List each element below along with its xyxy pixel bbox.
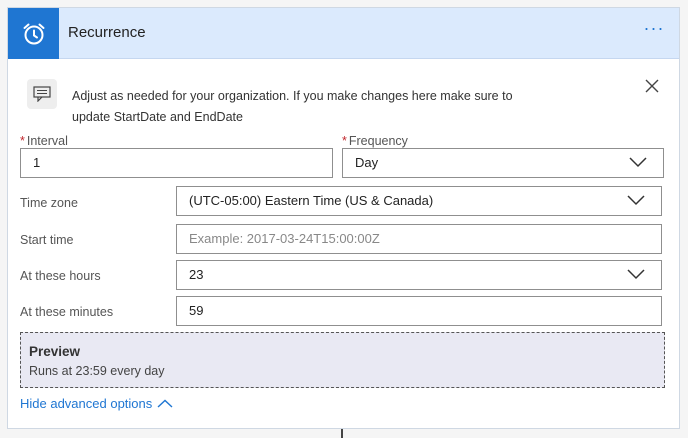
chevron-up-icon <box>157 399 173 408</box>
at-hours-select[interactable]: 23 <box>176 260 662 290</box>
note-text-line2: update StartDate and EndDate <box>72 110 243 124</box>
note-text-line1: Adjust as needed for your organization. … <box>72 89 513 103</box>
card-header[interactable]: Recurrence ··· <box>8 8 679 59</box>
comment-icon <box>27 79 57 109</box>
flow-connector-line <box>341 429 343 438</box>
close-icon[interactable] <box>641 75 663 97</box>
at-minutes-label: At these minutes <box>20 305 114 319</box>
required-mark: * <box>342 134 347 148</box>
preview-text: Runs at 23:59 every day <box>29 364 165 378</box>
required-mark: * <box>20 134 25 148</box>
start-time-input[interactable]: Example: 2017-03-24T15:00:00Z <box>176 224 662 254</box>
advanced-link-label: Hide advanced options <box>20 396 153 411</box>
preview-title: Preview <box>29 344 81 359</box>
time-zone-select[interactable]: (UTC-05:00) Eastern Time (US & Canada) <box>176 186 662 216</box>
chevron-down-icon <box>629 157 647 168</box>
frequency-value: Day <box>355 155 379 170</box>
at-hours-label: At these hours <box>20 269 101 283</box>
chevron-down-icon <box>627 269 645 280</box>
chevron-down-icon <box>627 195 645 206</box>
at-hours-value: 23 <box>189 267 204 282</box>
interval-label: * Interval <box>20 134 68 148</box>
frequency-select[interactable]: Day <box>342 148 664 178</box>
more-options-button[interactable]: ··· <box>641 19 667 42</box>
note-text: Adjust as needed for your organization. … <box>72 86 582 128</box>
card-title: Recurrence <box>68 24 146 41</box>
preview-box: Preview Runs at 23:59 every day <box>20 332 665 388</box>
recurrence-card: Recurrence ··· Adjust as needed for your… <box>7 7 680 429</box>
info-note: Adjust as needed for your organization. … <box>27 75 665 131</box>
interval-input[interactable]: 1 <box>20 148 333 178</box>
trigger-icon-box <box>8 8 59 59</box>
hide-advanced-options-link[interactable]: Hide advanced options <box>20 396 173 411</box>
alarm-clock-icon <box>23 23 44 44</box>
start-time-label: Start time <box>20 233 74 247</box>
at-minutes-input[interactable]: 59 <box>176 296 662 326</box>
frequency-label: * Frequency <box>342 134 408 148</box>
time-zone-value: (UTC-05:00) Eastern Time (US & Canada) <box>189 193 434 208</box>
time-zone-label: Time zone <box>20 196 78 210</box>
